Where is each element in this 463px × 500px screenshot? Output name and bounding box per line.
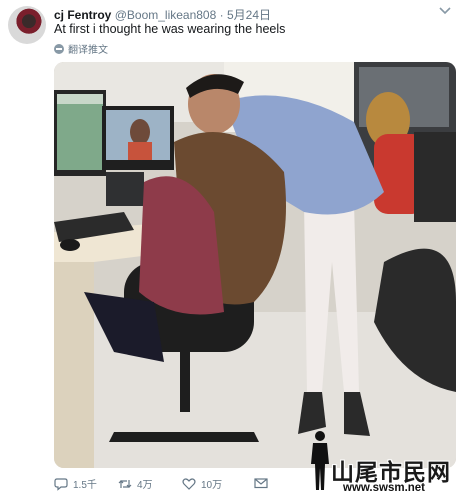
tweet-header: cj Fentroy @Boom_likean808 · 5月24日 <box>54 6 271 23</box>
direct-message-button[interactable] <box>254 476 268 490</box>
retweet-button[interactable]: 4万 <box>118 476 153 491</box>
chevron-down-icon[interactable] <box>439 6 451 18</box>
tweet-text: At first i thought he was wearing the he… <box>54 22 286 36</box>
avatar[interactable] <box>8 6 46 44</box>
reply-button[interactable]: 1.5千 <box>54 476 97 491</box>
envelope-icon <box>254 478 268 489</box>
user-handle[interactable]: @Boom_likean808 <box>115 8 217 22</box>
separator-dot: · <box>219 8 224 22</box>
watermark: 山尾市民网 www.swsm.net <box>305 426 461 498</box>
heart-icon <box>182 477 196 490</box>
tweet-photo[interactable] <box>54 62 456 468</box>
like-button[interactable]: 10万 <box>182 476 222 491</box>
tweet-card: cj Fentroy @Boom_likean808 · 5月24日 At fi… <box>0 0 463 500</box>
retweet-count: 4万 <box>137 480 153 491</box>
tweet-actions: 1.5千 4万 10万 <box>54 476 294 494</box>
reply-count: 1.5千 <box>73 480 97 491</box>
watermark-url: www.swsm.net <box>343 482 426 494</box>
tweet-date[interactable]: 5月24日 <box>227 8 271 22</box>
display-name[interactable]: cj Fentroy <box>54 8 111 22</box>
globe-icon <box>54 43 64 54</box>
reply-icon <box>54 477 68 491</box>
retweet-icon <box>118 479 132 488</box>
translate-tweet-link[interactable]: 翻译推文 <box>54 41 108 56</box>
like-count: 10万 <box>201 480 223 491</box>
translate-label: 翻译推文 <box>68 45 108 56</box>
